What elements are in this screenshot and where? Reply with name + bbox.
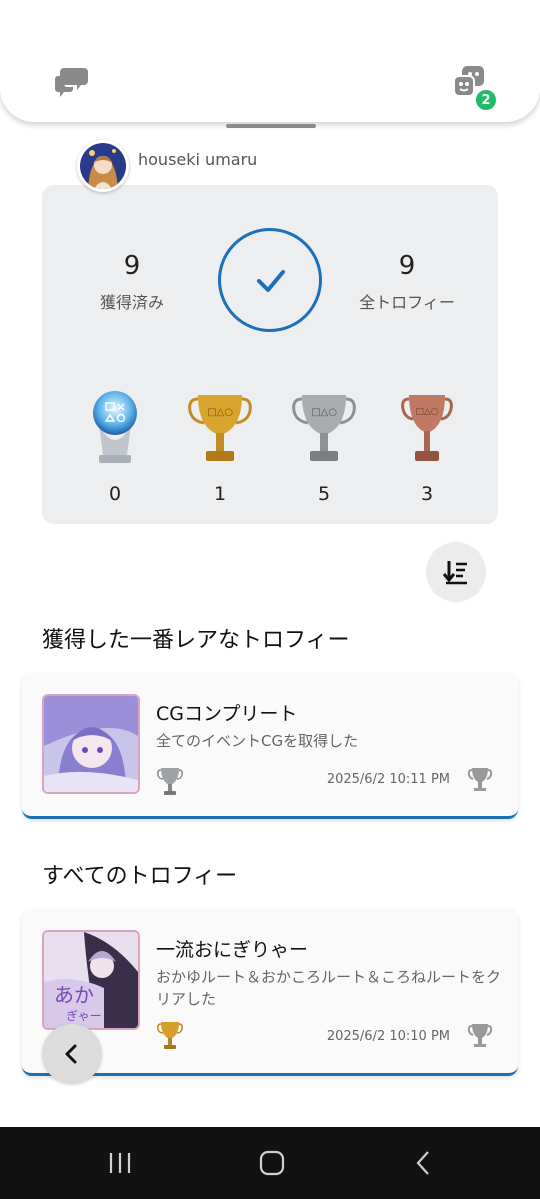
trophy-earned-date: 2025/6/2 10:11 PM xyxy=(326,772,450,787)
gold-trophy-icon xyxy=(157,1022,183,1049)
home-icon xyxy=(259,1150,285,1176)
gold-trophy-icon: □△○ xyxy=(188,395,252,461)
system-navigation-bar xyxy=(0,1127,540,1199)
trophy-thumbnail xyxy=(42,694,140,794)
back-icon xyxy=(416,1151,429,1175)
all-trophies-section-title: すべてのトロフィー xyxy=(42,864,238,889)
bronze-count: 3 xyxy=(420,483,434,505)
total-count: 9 xyxy=(398,251,416,281)
earned-count: 9 xyxy=(123,251,141,281)
rarest-section-title: 獲得した一番レアなトロフィー xyxy=(42,628,350,653)
progress-complete-indicator xyxy=(218,228,322,332)
trophy-summary-panel: 9 獲得済み 9 全トロフィー 0 □△○ 1 □△○ 5 □△○ 3 xyxy=(42,185,498,524)
total-stat: 9 全トロフィー xyxy=(332,251,482,313)
sort-button[interactable] xyxy=(426,542,486,602)
friends-badge: 2 xyxy=(474,88,498,112)
sort-descending-icon xyxy=(442,561,467,585)
total-label: 全トロフィー xyxy=(359,293,455,312)
earned-stat: 9 獲得済み xyxy=(57,251,207,313)
trophy-earned-date: 2025/6/2 10:10 PM xyxy=(326,1029,450,1044)
trophy-description: おかゆルート＆おかころルート＆ころねルートをクリアした xyxy=(156,968,502,1008)
chat-bubbles-icon[interactable] xyxy=(54,64,90,98)
trophy-description: 全てのイベントCGを取得した xyxy=(156,732,359,750)
recent-apps-icon xyxy=(109,1153,131,1173)
sheet-handle[interactable] xyxy=(226,124,316,128)
trophy-outline-icon xyxy=(467,768,493,791)
platinum-count: 0 xyxy=(108,483,122,505)
svg-text:ぎゃー: ぎゃー xyxy=(66,1009,102,1023)
username: houseki umaru xyxy=(138,150,258,169)
top-sheet xyxy=(0,0,540,122)
gold-count: 1 xyxy=(213,483,227,505)
svg-text:あか: あか xyxy=(54,983,94,1007)
rarest-trophy-card[interactable]: CGコンプリート 全てのイベントCGを取得した 2025/6/2 10:11 P… xyxy=(22,673,518,819)
trophy-title: 一流おにぎりゃー xyxy=(156,939,309,961)
gold-trophy-count: □△○ 1 xyxy=(180,385,260,505)
bronze-trophy-icon: □△○ xyxy=(401,395,453,461)
silver-count: 5 xyxy=(317,483,331,505)
trophy-thumbnail: あか ぎゃー xyxy=(42,930,140,1030)
floating-back-button[interactable] xyxy=(42,1024,102,1084)
svg-text:□△○: □△○ xyxy=(415,407,438,417)
recent-apps-button[interactable] xyxy=(100,1147,140,1179)
system-back-button[interactable] xyxy=(404,1147,444,1179)
svg-text:□△○: □△○ xyxy=(207,407,233,418)
bronze-trophy-count: □△○ 3 xyxy=(387,385,467,505)
svg-text:□△○: □△○ xyxy=(311,407,337,418)
avatar[interactable] xyxy=(77,140,129,192)
chevron-left-icon xyxy=(65,1044,77,1064)
platinum-trophy-icon xyxy=(93,391,137,463)
checkmark-icon xyxy=(257,270,285,292)
trophy-outline-icon xyxy=(467,1024,493,1047)
silver-trophy-icon xyxy=(157,768,183,795)
silver-trophy-icon: □△○ xyxy=(292,395,356,461)
home-button[interactable] xyxy=(252,1147,292,1179)
silver-trophy-count: □△○ 5 xyxy=(284,385,364,505)
trophy-title: CGコンプリート xyxy=(156,703,298,725)
platinum-trophy-count: 0 xyxy=(75,385,155,505)
earned-label: 獲得済み xyxy=(99,293,164,312)
